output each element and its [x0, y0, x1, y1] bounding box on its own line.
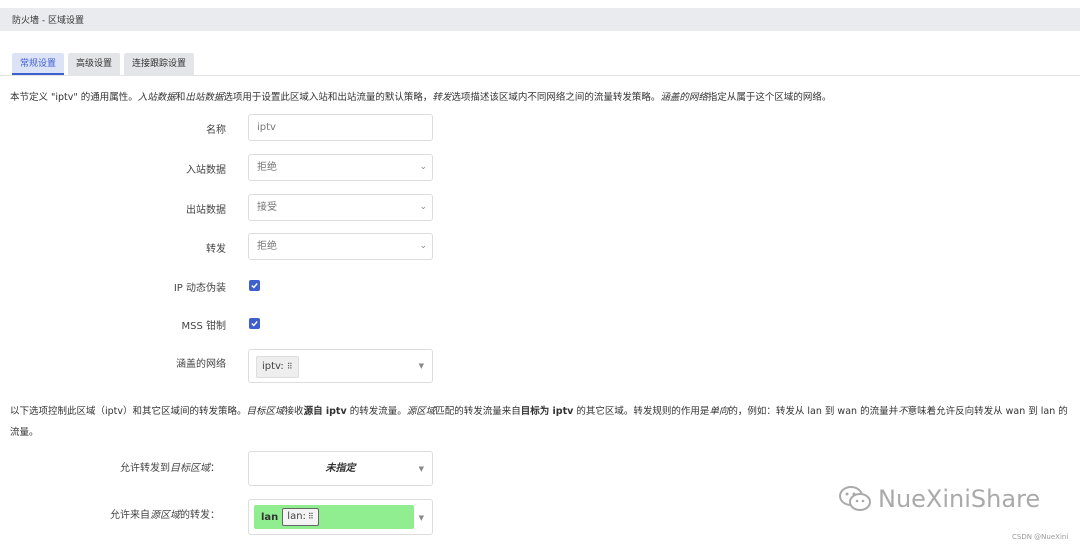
name-label: 名称: [206, 125, 226, 136]
zone-network-badge: lan: ⠿: [282, 508, 319, 526]
dest-zones-select[interactable]: 未指定 ▼: [248, 451, 433, 486]
mss-label: MSS 钳制: [181, 321, 226, 332]
tab-bar: 常规设置 高级设置 连接跟踪设置: [12, 53, 195, 75]
check-icon: [251, 283, 258, 289]
network-tag-label: iptv:: [262, 361, 284, 372]
desc-term-input: 入站数据: [137, 92, 176, 103]
desc2-text: 接收: [284, 406, 304, 417]
desc2-text: 以下选项控制此区域（iptv）和其它区域间的转发策略。: [10, 406, 247, 417]
dest-zones-value: 未指定: [325, 463, 356, 474]
forwarding-description: 以下选项控制此区域（iptv）和其它区域间的转发策略。目标区域接收源自 iptv…: [10, 401, 1070, 443]
desc2-term-dest: 目标区域: [246, 406, 285, 417]
zone-tag-lan[interactable]: lan lan: ⠿: [254, 505, 414, 529]
input-policy-label: 入站数据: [186, 165, 226, 176]
masq-label: IP 动态伪装: [173, 283, 226, 294]
desc-text: 和: [175, 92, 186, 103]
src-zones-label-c: 的转发：: [180, 510, 220, 521]
dest-zones-label-a: 允许转发到: [120, 463, 170, 474]
page-title: 防火墙 - 区域设置: [12, 16, 84, 26]
input-policy-select[interactable]: 拒绝 ⌄: [248, 154, 433, 181]
chevron-down-icon: ▼: [418, 362, 424, 370]
tab-divider: [0, 75, 1080, 76]
desc-text: 选项描述该区域内不同网络之间的流量转发策略。: [451, 92, 661, 103]
network-tag-iptv[interactable]: iptv: ⠿: [256, 356, 299, 378]
desc-text: 指定从属于这个区域的网络。: [707, 92, 832, 103]
desc-term-output: 出站数据: [185, 92, 224, 103]
network-icon: ⠿: [307, 512, 314, 521]
networks-label: 涵盖的网络: [176, 359, 226, 370]
src-zones-label-b: 源区域: [150, 510, 180, 521]
chevron-down-icon: ⌄: [419, 162, 427, 172]
input-policy-value: 拒绝: [257, 162, 277, 173]
output-policy-value: 接受: [257, 202, 277, 213]
networks-multiselect[interactable]: iptv: ⠿ ▼: [248, 349, 433, 383]
credit-text: CSDN @NueXini: [1012, 533, 1069, 541]
check-icon: [251, 321, 258, 327]
network-icon: ⠿: [286, 362, 293, 371]
dest-zones-label-c: ：: [210, 463, 220, 474]
tab-conntrack[interactable]: 连接跟踪设置: [124, 53, 195, 75]
masq-checkbox[interactable]: [249, 280, 260, 291]
chevron-down-icon: ▼: [418, 514, 424, 522]
tab-general[interactable]: 常规设置: [12, 53, 65, 75]
forward-policy-select[interactable]: 拒绝 ⌄: [248, 233, 433, 260]
chevron-down-icon: ⌄: [419, 241, 427, 251]
desc2-term-not: 不: [898, 406, 908, 417]
zone-name: lan: [261, 511, 279, 523]
desc2-term-unidirectional: 单向: [709, 406, 729, 417]
desc2-text: 匹配的转发流量来自: [435, 406, 521, 417]
section-description: 本节定义 "iptv" 的通用属性。入站数据和出站数据选项用于设置此区域入站和出…: [10, 89, 831, 103]
chevron-down-icon: ▼: [418, 465, 424, 473]
desc2-text: 的，例如：转发从 lan 到 wan 的流量并: [728, 406, 899, 417]
name-input[interactable]: iptv: [248, 114, 433, 141]
desc2-text: 的转发流量。: [346, 406, 407, 417]
forward-policy-value: 拒绝: [257, 241, 277, 252]
zone-network-label: lan:: [287, 511, 306, 522]
desc-term-networks: 涵盖的网络: [660, 92, 708, 103]
desc2-strong-from: 源自 iptv: [303, 406, 347, 417]
dest-zones-label: 允许转发到目标区域：: [70, 459, 220, 474]
forward-policy-label: 转发: [206, 244, 226, 255]
src-zones-label-a: 允许来自: [110, 510, 150, 521]
page-header: 防火墙 - 区域设置: [0, 8, 1080, 31]
desc2-text: 的其它区域。转发规则的作用是: [573, 406, 710, 417]
tab-advanced[interactable]: 高级设置: [68, 53, 121, 75]
watermark: NueXiniShare: [838, 485, 1040, 513]
dest-zones-label-b: 目标区域: [170, 463, 210, 474]
src-zones-label: 允许来自源区域的转发：: [70, 506, 220, 521]
watermark-text: NueXiniShare: [878, 485, 1041, 513]
desc-term-forward: 转发: [432, 92, 452, 103]
desc2-term-src: 源区域: [406, 406, 436, 417]
desc2-strong-to: 目标为 iptv: [520, 406, 574, 417]
wechat-icon: [839, 486, 871, 511]
desc-text: 选项用于设置此区域入站和出站流量的默认策略，: [223, 92, 433, 103]
mss-checkbox[interactable]: [249, 318, 260, 329]
output-policy-select[interactable]: 接受 ⌄: [248, 194, 433, 221]
output-policy-label: 出站数据: [186, 205, 226, 216]
src-zones-select[interactable]: lan lan: ⠿ ▼: [248, 499, 433, 535]
desc-text: 本节定义 "iptv" 的通用属性。: [10, 92, 138, 103]
chevron-down-icon: ⌄: [419, 202, 427, 212]
